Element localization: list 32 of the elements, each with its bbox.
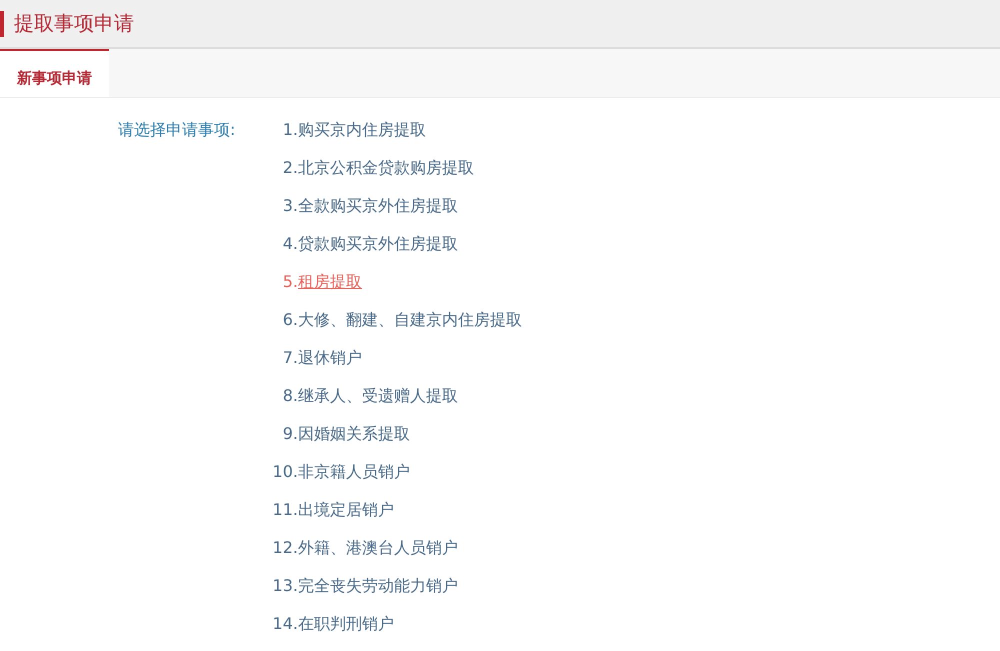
accent-bar [0, 10, 4, 36]
item-link[interactable]: 在职判刑销户 [298, 612, 394, 636]
item-link[interactable]: 非京籍人员销户 [298, 460, 410, 484]
item-number: 10. [272, 461, 298, 483]
item-number: 12. [272, 537, 298, 559]
item-number: 1. [282, 119, 298, 141]
tab[interactable]: 新事项申请 [0, 49, 109, 97]
item-number: 5. [282, 271, 298, 293]
item-link[interactable]: 外籍、港澳台人员销户 [298, 536, 458, 560]
item-link[interactable]: 大修、翻建、自建京内住房提取 [298, 308, 522, 332]
item-number: 11. [272, 499, 298, 521]
item-link[interactable]: 租房提取 [298, 270, 362, 294]
item-link[interactable]: 继承人、受遗赠人提取 [298, 384, 458, 408]
item-number: 4. [282, 233, 298, 255]
item-link[interactable]: 因婚姻关系提取 [298, 422, 410, 446]
item-number: 2. [282, 157, 298, 179]
page-title: 提取事项申请 [14, 10, 134, 37]
item-number: 8. [282, 385, 298, 407]
item-number: 14. [272, 613, 298, 635]
item-link[interactable]: 购买京内住房提取 [298, 118, 426, 142]
item-link[interactable]: 退休销户 [298, 346, 362, 370]
item-number: 3. [282, 195, 298, 217]
item-link[interactable]: 出境定居销户 [298, 498, 394, 522]
item-number: 6. [282, 309, 298, 331]
item-link[interactable]: 全款购买京外住房提取 [298, 194, 458, 218]
item-number: 9. [282, 423, 298, 445]
item-link[interactable]: 北京公积金贷款购房提取 [298, 156, 474, 180]
item-link[interactable]: 贷款购买京外住房提取 [298, 232, 458, 256]
item-link[interactable]: 完全丧失劳动能力销户 [298, 574, 458, 598]
item-number: 13. [272, 575, 298, 597]
item-number: 7. [282, 347, 298, 369]
form-label: 请选择申请事项: [118, 119, 236, 141]
